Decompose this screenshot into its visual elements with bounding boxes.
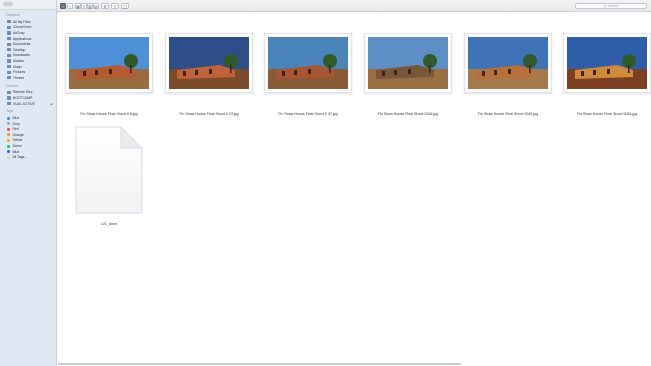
- photo-file-name[interactable]: Fin Shaw House Final Shoot 0053.jpg: [559, 112, 651, 116]
- photo-image: [468, 37, 548, 89]
- movies-icon: [7, 59, 11, 63]
- photo-file-name[interactable]: Fin Shaw House Final Shoot 0048.jpg: [360, 112, 456, 116]
- sidebar-item-label: Green: [12, 144, 22, 149]
- tag-dot-icon: [7, 133, 10, 137]
- forward-button[interactable]: ›: [67, 3, 73, 9]
- sidebar-item-label: Downloads: [13, 53, 30, 58]
- share-button[interactable]: ⇪: [111, 3, 119, 9]
- sidebar-item-label: Theses: [13, 75, 25, 80]
- sidebar-item-label: Red: [12, 127, 19, 132]
- photo-file-name[interactable]: Fin Shaw House Final Shoot 0049.jpg: [460, 112, 556, 116]
- window-controls[interactable]: [3, 2, 13, 6]
- sidebar-item-label: Documents: [13, 42, 31, 47]
- search-input[interactable]: Q Search: [575, 3, 647, 9]
- photo-image: [567, 37, 647, 89]
- tags-button[interactable]: ◯: [121, 3, 129, 9]
- photo-image: [368, 37, 448, 89]
- sidebar-item-label: Grey: [12, 121, 20, 126]
- gallery-view-button[interactable]: ▤: [93, 3, 99, 9]
- sidebar-item-label: BOOTCAMP: [13, 95, 33, 100]
- sidebar-item-dual-active[interactable]: DUAL ACTIVE ⏏: [0, 101, 56, 107]
- tag-dot-icon: [7, 116, 10, 120]
- photo-image: [169, 37, 249, 89]
- photo-thumbnail[interactable]: [65, 33, 153, 93]
- photo-image: [69, 37, 149, 89]
- photo-thumbnail[interactable]: [264, 33, 352, 93]
- photo-file-name[interactable]: Fin Shaw House Final Shoot 0 8.jpg: [61, 112, 157, 116]
- sidebar-item-label: Movies: [13, 58, 24, 63]
- sidebar-item-label: Yellow: [12, 138, 23, 143]
- sidebar: Favorites All My Files iCloud Drive AirDro…: [0, 0, 57, 366]
- back-button[interactable]: ‹: [60, 3, 66, 9]
- desktop-icon: [7, 48, 11, 52]
- toolbar: ‹ › ▦ ≡ ▥ ▤ ⚙ ⇪ ◯ Q Search: [57, 0, 651, 12]
- document-file-icon[interactable]: [75, 126, 143, 214]
- sidebar-item-label: DUAL ACTIVE: [13, 101, 35, 106]
- document-icon: [75, 126, 143, 214]
- horizontal-scrollbar[interactable]: [58, 363, 461, 365]
- sidebar-item-label: Applications: [13, 36, 32, 41]
- drive-icon: [7, 101, 11, 106]
- sidebar-item-tag-all-tags-[interactable]: All Tags...: [0, 154, 56, 160]
- sidebar-header: [0, 0, 56, 10]
- sidebar-item-label: All My Files: [13, 19, 31, 24]
- tag-dot-icon: [7, 144, 10, 148]
- photo-thumbnail[interactable]: [464, 33, 552, 93]
- sidebar-item-label: iCloud Drive: [13, 25, 32, 30]
- downloads-icon: [7, 53, 11, 57]
- music-icon: [7, 64, 11, 69]
- documents-icon: [7, 42, 11, 46]
- sidebar-item-label: Pictures: [13, 70, 26, 75]
- disc-icon: [7, 90, 11, 94]
- drive-icon: [7, 96, 11, 100]
- tag-dot-icon: [7, 150, 10, 154]
- eject-icon[interactable]: ⏏: [50, 102, 53, 106]
- sidebar-item-label: Music: [13, 64, 22, 69]
- photo-file-name[interactable]: Fin Shaw House Final Shoot 0 23.jpg: [161, 112, 257, 116]
- photo-image: [268, 37, 348, 89]
- photo-thumbnail[interactable]: [364, 33, 452, 93]
- pictures-icon: [7, 70, 11, 74]
- action-button[interactable]: ⚙: [101, 3, 109, 9]
- devices-title: Devices: [6, 83, 19, 88]
- sidebar-item-label: Orange: [12, 132, 24, 137]
- tag-dot-icon: [7, 127, 10, 131]
- tag-dot-icon: [7, 138, 10, 142]
- tag-dot-icon: [7, 155, 10, 159]
- document-file-name[interactable]: LVL_done: [75, 222, 143, 226]
- cloud-icon: [7, 25, 11, 29]
- photo-thumbnail[interactable]: [563, 33, 651, 93]
- sidebar-item-label: Desktop: [13, 47, 26, 52]
- tags-title: Tags: [6, 109, 14, 114]
- photo-file-name[interactable]: Fin Shaw House Final Shoot 0 37.jpg: [260, 112, 356, 116]
- airdrop-icon: [7, 31, 11, 35]
- tag-dot-icon: [7, 122, 10, 126]
- file-grid: LVL_done Fin Shaw House Final Shoot 0 8.…: [58, 13, 651, 366]
- favorites-title: Favorites: [6, 13, 20, 17]
- applications-icon: [7, 36, 11, 41]
- sidebar-item-theses[interactable]: Theses: [0, 75, 56, 81]
- sidebar-item-label: Blue: [12, 116, 20, 121]
- photo-thumbnail[interactable]: [165, 33, 253, 93]
- sidebar-item-label: Blue: [12, 149, 20, 154]
- all-files-icon: [7, 20, 11, 24]
- sidebar-item-label: AirDrop: [13, 30, 25, 35]
- sidebar-item-label: All Tags...: [12, 155, 28, 160]
- folder-icon: [7, 76, 11, 80]
- sidebar-item-label: Remote Disc: [13, 90, 33, 95]
